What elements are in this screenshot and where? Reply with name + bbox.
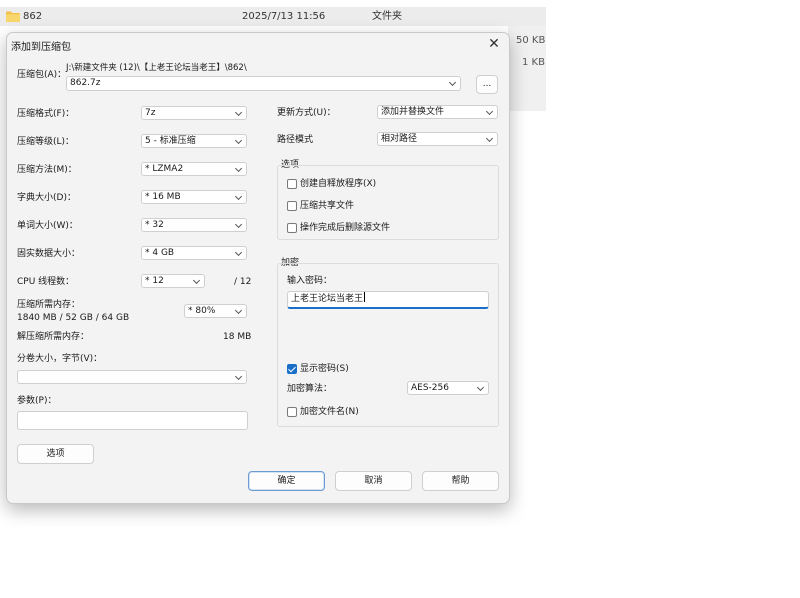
delete-after-label[interactable]: 操作完成后删除源文件 [300,222,390,234]
chevron-down-icon[interactable] [486,133,494,145]
ok-button[interactable]: 确定 [248,471,325,491]
threads-select[interactable]: * 12 [141,274,205,288]
folder-icon [6,11,20,22]
method-value: * LZMA2 [145,164,184,174]
update-mode-value: 添加并替换文件 [381,107,445,117]
dictionary-select[interactable]: * 16 MB [141,190,247,204]
chevron-down-icon[interactable] [235,107,243,119]
archive-name-value: 862.7z [70,78,101,88]
encryption-method-select[interactable]: AES-256 [407,381,489,395]
encrypt-names-label[interactable]: 加密文件名(N) [300,406,359,418]
archive-name-combo[interactable]: 862.7z [66,76,461,91]
memory-label: 压缩所需内存： [17,300,81,310]
threads-max: / 12 [234,277,252,287]
show-password-checkbox[interactable] [287,364,297,374]
word-size-value: * 32 [145,220,164,230]
level-label: 压缩等级(L)： [17,137,75,147]
split-size-label: 分卷大小，字节(V)： [17,354,103,364]
folder-name: 862 [23,11,43,22]
chevron-down-icon[interactable] [193,275,201,287]
chevron-down-icon[interactable] [235,371,243,383]
memory-value: * 80% [188,306,216,316]
encryption-method-value: AES-256 [411,383,449,393]
encryption-method-label: 加密算法： [287,384,333,394]
chevron-down-icon[interactable] [477,382,485,394]
delete-after-checkbox[interactable] [287,223,297,233]
dictionary-label: 字典大小(D)： [17,193,76,203]
update-mode-select[interactable]: 添加并替换文件 [377,105,498,119]
shared-files-label[interactable]: 压缩共享文件 [300,200,354,212]
add-to-archive-dialog: 添加到压缩包 ✕ 压缩包(A)： J:\新建文件夹 (12)\【上老王论坛当老王… [6,32,510,504]
decompress-memory-value: 18 MB [223,332,252,342]
path-mode-value: 相对路径 [381,134,418,144]
password-label: 输入密码： [287,276,333,286]
level-select[interactable]: 5 - 标准压缩 [141,134,247,148]
shared-files-checkbox[interactable] [287,201,297,211]
word-size-label: 单词大小(W)： [17,221,78,231]
chevron-down-icon[interactable] [449,77,457,89]
sfx-label[interactable]: 创建自释放程序(X) [300,178,376,190]
format-value: 7z [145,108,156,118]
params-label: 参数(P)： [17,396,57,406]
options-button[interactable]: 选项 [17,444,94,464]
encrypt-names-checkbox[interactable] [287,407,297,417]
chevron-down-icon[interactable] [235,135,243,147]
update-mode-label: 更新方式(U)： [277,108,336,118]
memory-select[interactable]: * 80% [184,304,247,318]
memory-detail: 1840 MB / 52 GB / 64 GB [17,313,130,323]
show-password-label[interactable]: 显示密码(S) [300,363,349,375]
close-button[interactable]: ✕ [483,35,505,53]
method-select[interactable]: * LZMA2 [141,162,247,176]
dialog-title: 添加到压缩包 [11,42,71,53]
help-button[interactable]: 帮助 [422,471,499,491]
solid-size-value: * 4 GB [145,248,175,258]
chevron-down-icon[interactable] [235,219,243,231]
threads-value: * 12 [145,276,164,286]
format-label: 压缩格式(F)： [17,109,75,119]
path-mode-select[interactable]: 相对路径 [377,132,498,146]
path-mode-label: 路径模式 [277,135,314,145]
chevron-down-icon[interactable] [235,191,243,203]
archive-label: 压缩包(A)： [17,70,67,80]
method-label: 压缩方法(M)： [17,165,77,175]
chevron-down-icon[interactable] [235,163,243,175]
chevron-down-icon[interactable] [235,247,243,259]
encryption-group [277,263,499,427]
archive-path: J:\新建文件夹 (12)\【上老王论坛当老王】\862\ [66,63,247,73]
chevron-down-icon[interactable] [235,305,243,317]
folder-date: 2025/7/13 11:56 [242,11,326,22]
level-value: 5 - 标准压缩 [145,136,196,146]
format-select[interactable]: 7z [141,106,247,120]
password-input[interactable]: 上老王论坛当老王 [287,291,489,309]
cancel-button[interactable]: 取消 [335,471,412,491]
chevron-down-icon[interactable] [486,106,494,118]
file-size: 50 KB [516,35,546,46]
title-bar[interactable]: 添加到压缩包 ✕ [7,33,509,55]
threads-label: CPU 线程数： [17,277,75,287]
browse-button[interactable]: ... [476,75,498,94]
word-size-select[interactable]: * 32 [141,218,247,232]
folder-type: 文件夹 [372,11,402,22]
text-cursor [364,292,366,302]
params-input[interactable] [17,411,248,430]
file-size: 1 KB [522,57,545,68]
decompress-memory-label: 解压缩所需内存： [17,332,90,342]
split-size-select[interactable] [17,370,247,384]
dictionary-value: * 16 MB [145,192,181,202]
solid-size-label: 固实数据大小： [17,249,81,259]
password-value: 上老王论坛当老王 [291,294,364,304]
sfx-checkbox[interactable] [287,179,297,189]
solid-size-select[interactable]: * 4 GB [141,246,247,260]
